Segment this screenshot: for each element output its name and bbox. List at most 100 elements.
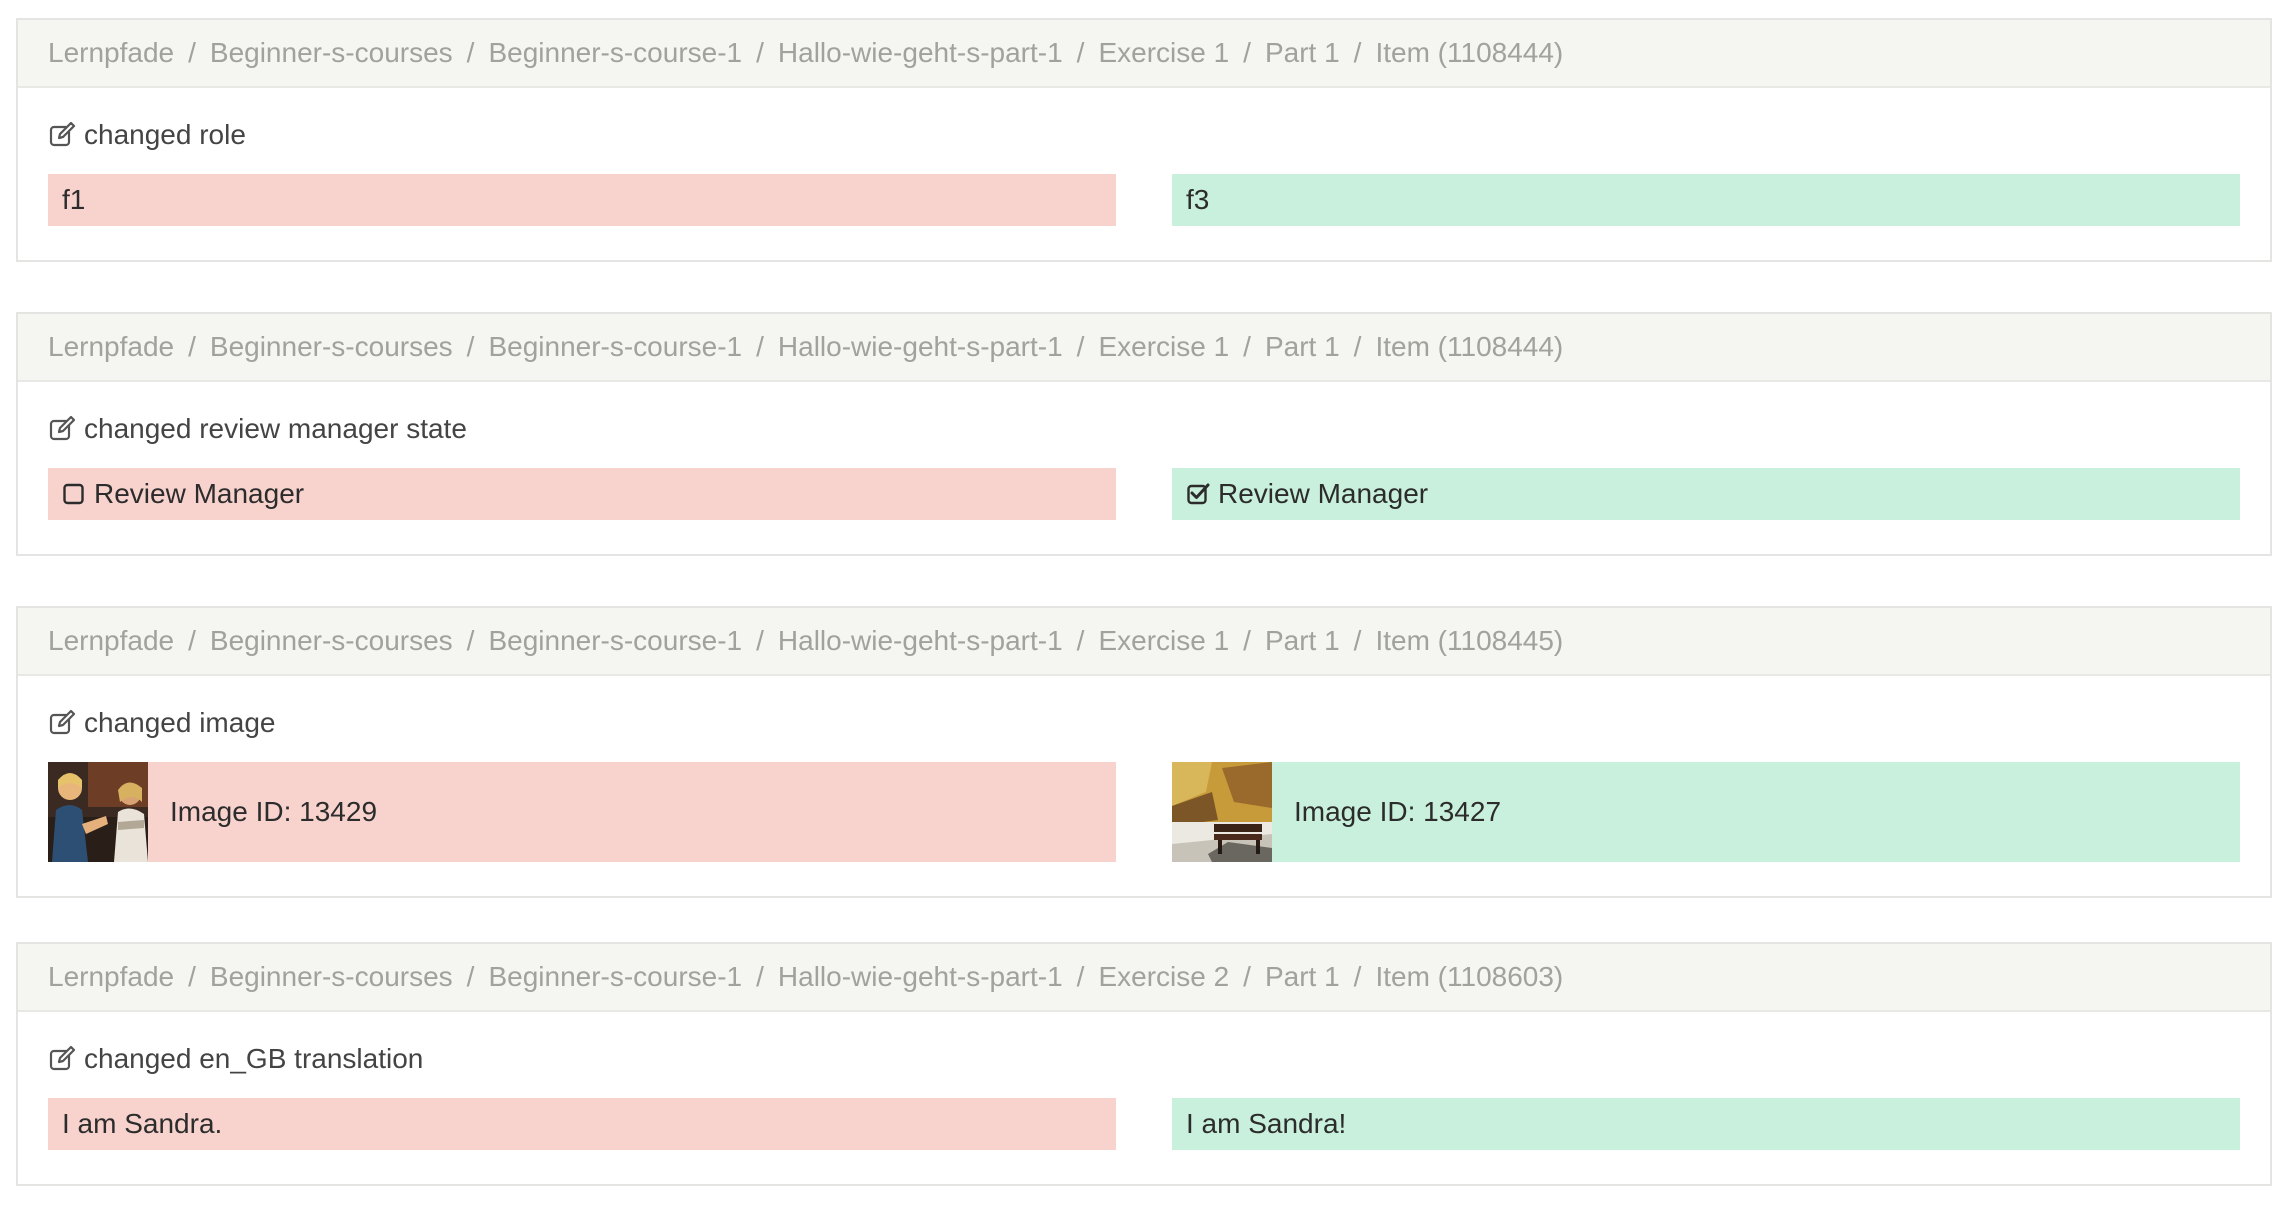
breadcrumb-hallo-wie-geht-s-part-1[interactable]: Hallo-wie-geht-s-part-1: [778, 37, 1063, 69]
breadcrumb-lernpfade[interactable]: Lernpfade: [48, 37, 174, 69]
checkbox-unchecked-icon: [63, 483, 84, 505]
breadcrumb-beginner-s-course-1[interactable]: Beginner-s-course-1: [488, 331, 742, 363]
new-value-text: f3: [1186, 184, 1210, 215]
change-title: changed image: [48, 702, 2240, 744]
breadcrumb-separator: /: [188, 625, 196, 656]
breadcrumb-item[interactable]: Item (1108603): [1375, 961, 1563, 993]
edit-icon: [49, 415, 76, 441]
breadcrumb-separator: /: [756, 625, 764, 656]
change-title-text: changed role: [84, 119, 246, 150]
breadcrumb-hallo-wie-geht-s-part-1[interactable]: Hallo-wie-geht-s-part-1: [778, 625, 1063, 657]
old-value: f1: [48, 174, 1116, 226]
diff-row: I am Sandra. I am Sandra!: [48, 1098, 2240, 1150]
old-value: Image ID: 13429: [48, 762, 1116, 862]
breadcrumb-separator: /: [188, 961, 196, 992]
breadcrumb-beginner-s-course-1[interactable]: Beginner-s-course-1: [488, 961, 742, 993]
breadcrumb-beginner-s-courses[interactable]: Beginner-s-courses: [210, 331, 453, 363]
breadcrumb-separator: /: [188, 37, 196, 68]
breadcrumb-separator: /: [188, 331, 196, 362]
change-title: changed role: [48, 114, 2240, 156]
old-value-text: Image ID: 13429: [170, 796, 378, 827]
breadcrumb-beginner-s-courses[interactable]: Beginner-s-courses: [210, 961, 453, 993]
breadcrumb-separator: /: [1353, 331, 1362, 362]
breadcrumb-item[interactable]: Item (1108445): [1375, 625, 1563, 657]
old-value-text: I am Sandra.: [62, 1108, 223, 1139]
breadcrumb-hallo-wie-geht-s-part-1[interactable]: Hallo-wie-geht-s-part-1: [778, 961, 1063, 993]
breadcrumb-separator: /: [466, 961, 475, 992]
change-title-text: changed image: [84, 707, 276, 738]
breadcrumb-separator: /: [1076, 625, 1085, 656]
change-title-text: changed review manager state: [84, 413, 467, 444]
breadcrumb: Lernpfade / Beginner-s-courses / Beginner-…: [18, 20, 2270, 88]
old-value-text: f1: [62, 184, 86, 215]
breadcrumb-separator: /: [466, 37, 475, 68]
breadcrumb-beginner-s-courses[interactable]: Beginner-s-courses: [210, 625, 453, 657]
panel-body: changed review manager state Review Mana…: [18, 408, 2270, 520]
breadcrumb-separator: /: [1076, 961, 1085, 992]
checkbox-checked-icon: [1187, 483, 1210, 505]
breadcrumb-exercise[interactable]: Exercise 2: [1098, 961, 1229, 993]
change-panel-translation: Lernpfade / Beginner-s-courses / Beginner-…: [16, 942, 2272, 1186]
change-title-text: changed en_GB translation: [84, 1043, 424, 1074]
breadcrumb-beginner-s-courses[interactable]: Beginner-s-courses: [210, 37, 453, 69]
breadcrumb-separator: /: [1243, 37, 1251, 68]
change-title: changed review manager state: [48, 408, 2240, 450]
diff-row: f1 f3: [48, 174, 2240, 226]
change-title: changed en_GB translation: [48, 1038, 2240, 1080]
new-value: Review Manager: [1172, 468, 2240, 520]
panel-body: changed en_GB translation I am Sandra. I…: [18, 1038, 2270, 1150]
breadcrumb-part[interactable]: Part 1: [1265, 961, 1340, 993]
change-log-page: Lernpfade / Beginner-s-courses / Beginner-…: [0, 0, 2292, 1206]
old-value: Review Manager: [48, 468, 1116, 520]
breadcrumb-separator: /: [1243, 961, 1251, 992]
old-value: I am Sandra.: [48, 1098, 1116, 1150]
edit-icon: [49, 709, 76, 735]
breadcrumb: Lernpfade / Beginner-s-courses / Beginner-…: [18, 944, 2270, 1012]
new-value-text: Review Manager: [1218, 478, 1429, 509]
new-image-thumbnail[interactable]: [1172, 762, 1272, 862]
breadcrumb-separator: /: [1353, 961, 1362, 992]
edit-icon: [49, 121, 76, 147]
breadcrumb-separator: /: [756, 331, 764, 362]
breadcrumb-lernpfade[interactable]: Lernpfade: [48, 625, 174, 657]
breadcrumb-beginner-s-course-1[interactable]: Beginner-s-course-1: [488, 37, 742, 69]
diff-row: Review Manager Review Manager: [48, 468, 2240, 520]
breadcrumb-separator: /: [466, 625, 475, 656]
breadcrumb-separator: /: [1076, 331, 1085, 362]
breadcrumb-separator: /: [756, 961, 764, 992]
breadcrumb-exercise[interactable]: Exercise 1: [1098, 331, 1229, 363]
diff-row: Image ID: 13429 Image ID: 13427: [48, 762, 2240, 862]
breadcrumb-part[interactable]: Part 1: [1265, 625, 1340, 657]
breadcrumb-part[interactable]: Part 1: [1265, 37, 1340, 69]
breadcrumb: Lernpfade / Beginner-s-courses / Beginner-…: [18, 608, 2270, 676]
breadcrumb-beginner-s-course-1[interactable]: Beginner-s-course-1: [488, 625, 742, 657]
breadcrumb-item[interactable]: Item (1108444): [1375, 331, 1563, 363]
breadcrumb-exercise[interactable]: Exercise 1: [1098, 625, 1229, 657]
old-image-thumbnail[interactable]: [48, 762, 148, 862]
breadcrumb-separator: /: [466, 331, 475, 362]
new-value: Image ID: 13427: [1172, 762, 2240, 862]
breadcrumb-part[interactable]: Part 1: [1265, 331, 1340, 363]
breadcrumb-item[interactable]: Item (1108444): [1375, 37, 1563, 69]
panel-body: changed image Image ID: 13429 Image ID: …: [18, 702, 2270, 862]
breadcrumb: Lernpfade / Beginner-s-courses / Beginner-…: [18, 314, 2270, 382]
change-panel-role: Lernpfade / Beginner-s-courses / Beginner-…: [16, 18, 2272, 262]
change-panel-review-manager: Lernpfade / Beginner-s-courses / Beginner-…: [16, 312, 2272, 556]
new-value: f3: [1172, 174, 2240, 226]
breadcrumb-separator: /: [1076, 37, 1085, 68]
edit-icon: [49, 1045, 76, 1071]
new-value: I am Sandra!: [1172, 1098, 2240, 1150]
new-value-text: Image ID: 13427: [1294, 796, 1502, 827]
new-value-text: I am Sandra!: [1186, 1108, 1347, 1139]
breadcrumb-lernpfade[interactable]: Lernpfade: [48, 961, 174, 993]
panel-body: changed role f1 f3: [18, 114, 2270, 226]
breadcrumb-separator: /: [1353, 625, 1362, 656]
breadcrumb-hallo-wie-geht-s-part-1[interactable]: Hallo-wie-geht-s-part-1: [778, 331, 1063, 363]
old-value-text: Review Manager: [94, 478, 305, 509]
breadcrumb-lernpfade[interactable]: Lernpfade: [48, 331, 174, 363]
breadcrumb-separator: /: [1243, 331, 1251, 362]
breadcrumb-exercise[interactable]: Exercise 1: [1098, 37, 1229, 69]
change-panel-image: Lernpfade / Beginner-s-courses / Beginner-…: [16, 606, 2272, 898]
breadcrumb-separator: /: [756, 37, 764, 68]
breadcrumb-separator: /: [1243, 625, 1251, 656]
